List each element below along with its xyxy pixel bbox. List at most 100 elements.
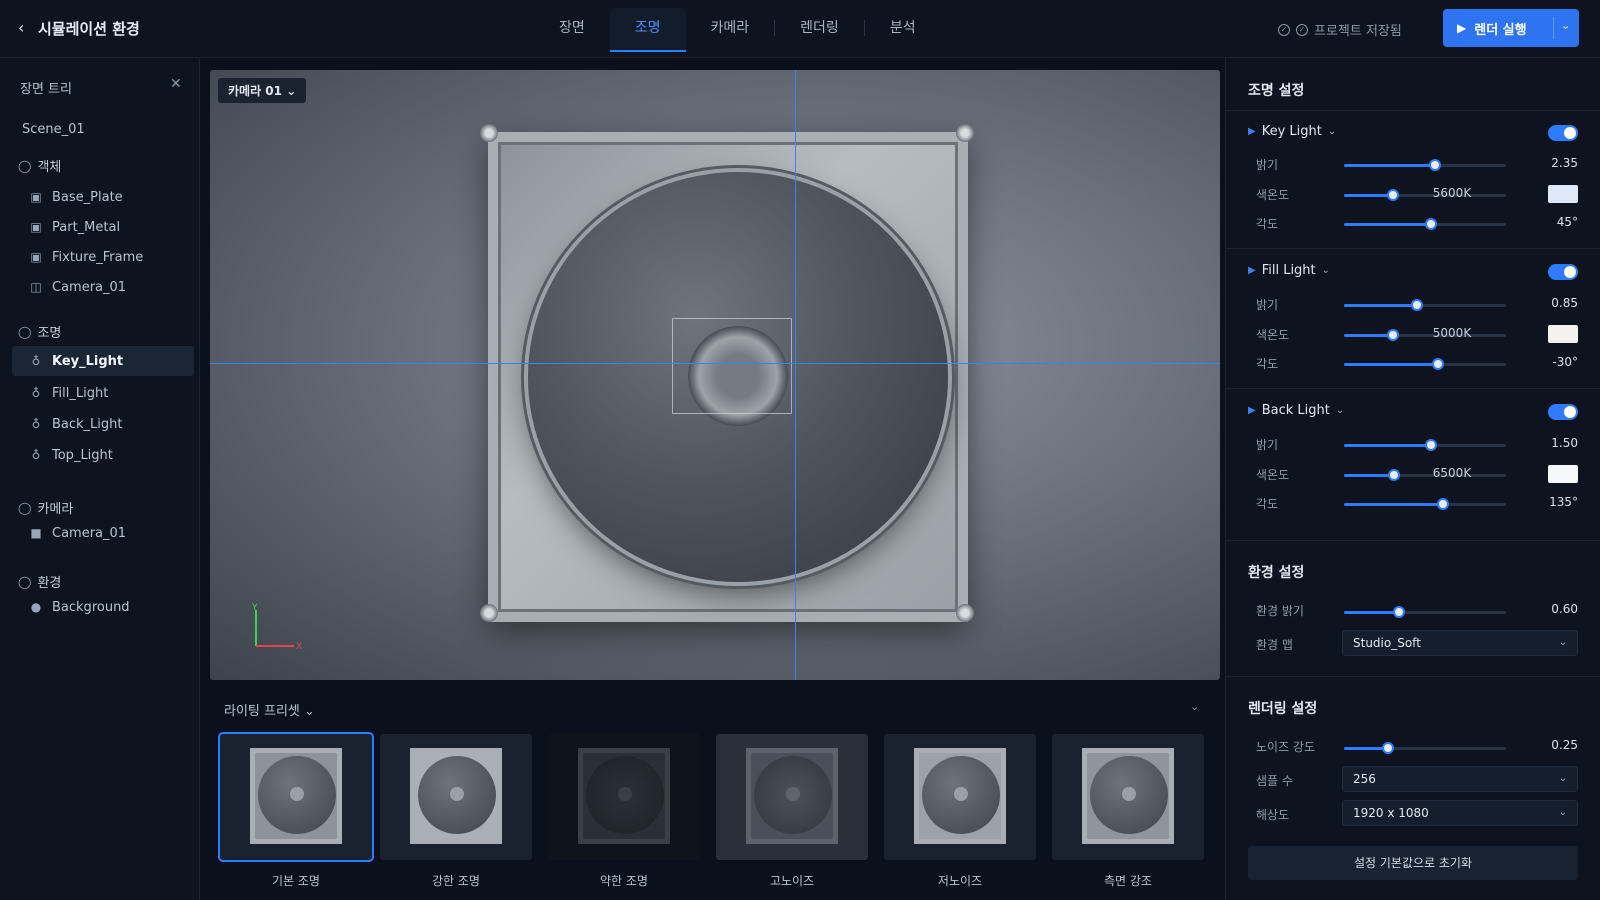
color-temp-label: 색온도 bbox=[1256, 468, 1290, 482]
chevron-down-icon[interactable]: ⌄ bbox=[1561, 19, 1570, 32]
color-temp-label: 색온도 bbox=[1256, 328, 1290, 342]
fill-light-color-swatch[interactable] bbox=[1548, 325, 1578, 343]
frame-corner-bolt bbox=[480, 124, 498, 142]
back-light-angle-slider[interactable] bbox=[1344, 498, 1506, 510]
tree-item-background[interactable]: ● Background bbox=[28, 592, 210, 622]
frame-corner-bolt bbox=[956, 124, 974, 142]
brightness-value: 1.50 bbox=[1551, 436, 1578, 450]
slider-knob[interactable] bbox=[1388, 469, 1401, 481]
env-map-value: Studio_Soft bbox=[1353, 636, 1421, 650]
tree-item-label: Background bbox=[52, 599, 130, 615]
section-divider bbox=[1226, 248, 1600, 249]
chevron-down-icon: ⌄ bbox=[1335, 405, 1345, 416]
tree-item-top-light[interactable]: ♁ Top_Light bbox=[28, 440, 210, 470]
tab-camera[interactable]: 카메라 bbox=[686, 8, 775, 50]
fill-light-header[interactable]: ▶ Fill Light ⌄ bbox=[1248, 263, 1330, 278]
light-name: Key Light bbox=[1261, 124, 1322, 139]
group-cameras[interactable]: ◯ 카메라 bbox=[18, 498, 73, 518]
tree-item-part-metal[interactable]: ▣ Part_Metal bbox=[28, 212, 210, 242]
slider-fill bbox=[1344, 164, 1435, 167]
tree-item-key-light[interactable]: ♁ Key_Light bbox=[12, 346, 194, 376]
preset-card[interactable] bbox=[884, 734, 1036, 860]
chevron-down-icon: ⌄ bbox=[304, 704, 315, 719]
slider-knob[interactable] bbox=[1428, 159, 1441, 171]
key-light-header[interactable]: ▶ Key Light ⌄ bbox=[1248, 124, 1336, 139]
resolution-select[interactable]: 1920 x 1080 ⌄ bbox=[1342, 800, 1578, 826]
slider-knob[interactable] bbox=[1386, 189, 1399, 201]
preset-hub bbox=[450, 787, 464, 801]
angle-label: 각도 bbox=[1256, 497, 1279, 511]
group-environment[interactable]: ◯ 환경 bbox=[18, 572, 61, 592]
preset-label: 저노이즈 bbox=[937, 874, 983, 888]
color-temp-value: 6500K bbox=[1432, 466, 1472, 480]
key-light-toggle[interactable] bbox=[1548, 125, 1578, 141]
slider-knob[interactable] bbox=[1436, 498, 1449, 510]
presets-title[interactable]: 라이팅 프리셋 ⌄ bbox=[224, 700, 315, 719]
circle-icon: ◯ bbox=[18, 158, 32, 173]
back-light-header[interactable]: ▶ Back Light ⌄ bbox=[1248, 403, 1344, 418]
slider-fill bbox=[1344, 503, 1443, 506]
tab-lighting[interactable]: 조명 bbox=[609, 8, 686, 52]
tab-rendering[interactable]: 렌더링 bbox=[775, 8, 864, 50]
globe-icon: ● bbox=[30, 600, 42, 614]
tab-scene[interactable]: 장면 bbox=[534, 8, 610, 50]
slider-fill bbox=[1344, 194, 1393, 197]
tree-item-camera[interactable]: ■ Camera_01 bbox=[28, 518, 210, 548]
slider-fill bbox=[1344, 363, 1438, 366]
caret-right-icon: ▶ bbox=[1248, 405, 1256, 416]
close-icon[interactable]: ✕ bbox=[170, 76, 182, 92]
noise-slider[interactable] bbox=[1344, 742, 1506, 754]
env-map-select[interactable]: Studio_Soft ⌄ bbox=[1342, 630, 1578, 656]
group-objects[interactable]: ◯ 객체 bbox=[18, 156, 61, 176]
slider-knob[interactable] bbox=[1393, 606, 1406, 618]
key-light-brightness-slider[interactable] bbox=[1344, 159, 1506, 171]
fill-light-toggle[interactable] bbox=[1548, 264, 1578, 280]
preset-hub bbox=[1122, 787, 1136, 801]
chevron-down-icon: ⌄ bbox=[1321, 265, 1331, 276]
preset-card[interactable] bbox=[380, 734, 532, 860]
slider-knob[interactable] bbox=[1425, 439, 1438, 451]
env-brightness-slider[interactable] bbox=[1344, 606, 1506, 618]
samples-label: 샘플 수 bbox=[1256, 774, 1293, 788]
tree-item-base-plate[interactable]: ▣ Base_Plate bbox=[28, 182, 210, 212]
tree-item-fill-light[interactable]: ♁ Fill_Light bbox=[28, 378, 210, 408]
preset-card[interactable] bbox=[548, 734, 700, 860]
group-lights[interactable]: ◯ 조명 bbox=[18, 322, 61, 342]
tree-item-camera-object[interactable]: ◫ Camera_01 bbox=[28, 272, 210, 302]
render-run-button[interactable]: ▶ 렌더 실행 ⌄ bbox=[1443, 9, 1579, 47]
3d-viewport[interactable]: 카메라 01 ⌄ Y X bbox=[210, 70, 1220, 680]
back-light-color-swatch[interactable] bbox=[1548, 465, 1578, 483]
tree-item-fixture-frame[interactable]: ▣ Fixture_Frame bbox=[28, 242, 210, 272]
noise-label: 노이즈 강도 bbox=[1256, 740, 1316, 754]
chevron-down-icon[interactable]: ⌄ bbox=[1190, 700, 1199, 713]
crosshair-vertical bbox=[795, 70, 796, 680]
fill-light-angle-slider[interactable] bbox=[1344, 358, 1506, 370]
tree-item-label: Camera_01 bbox=[52, 525, 127, 541]
slider-knob[interactable] bbox=[1410, 299, 1423, 311]
fill-light-brightness-slider[interactable] bbox=[1344, 299, 1506, 311]
key-light-color-swatch[interactable] bbox=[1548, 185, 1578, 203]
chevron-down-icon: ⌄ bbox=[1558, 637, 1567, 648]
tree-item-back-light[interactable]: ♁ Back_Light bbox=[28, 409, 210, 439]
slider-knob[interactable] bbox=[1431, 358, 1444, 370]
preset-card[interactable] bbox=[218, 732, 374, 862]
reset-defaults-button[interactable]: 설정 기본값으로 초기화 bbox=[1248, 846, 1578, 880]
lightbulb-icon: ♁ bbox=[31, 386, 41, 400]
back-light-toggle[interactable] bbox=[1548, 404, 1578, 420]
key-light-angle-slider[interactable] bbox=[1344, 218, 1506, 230]
preset-card[interactable] bbox=[716, 734, 868, 860]
tree-item-label: Back_Light bbox=[52, 416, 123, 432]
lightbulb-icon: ♁ bbox=[31, 448, 41, 462]
scene-name[interactable]: Scene_01 bbox=[22, 114, 204, 144]
presets-title-label: 라이팅 프리셋 bbox=[224, 704, 300, 719]
back-light-brightness-slider[interactable] bbox=[1344, 439, 1506, 451]
slider-knob[interactable] bbox=[1425, 218, 1438, 230]
color-temp-value: 5600K bbox=[1432, 186, 1472, 200]
chevron-left-icon[interactable]: ‹ bbox=[18, 18, 24, 37]
preset-card[interactable] bbox=[1052, 734, 1204, 860]
tab-analysis[interactable]: 분석 bbox=[865, 8, 941, 50]
samples-select[interactable]: 256 ⌄ bbox=[1342, 766, 1578, 792]
camera-select[interactable]: 카메라 01 ⌄ bbox=[218, 78, 307, 103]
slider-knob[interactable] bbox=[1386, 329, 1399, 341]
slider-knob[interactable] bbox=[1381, 742, 1394, 754]
